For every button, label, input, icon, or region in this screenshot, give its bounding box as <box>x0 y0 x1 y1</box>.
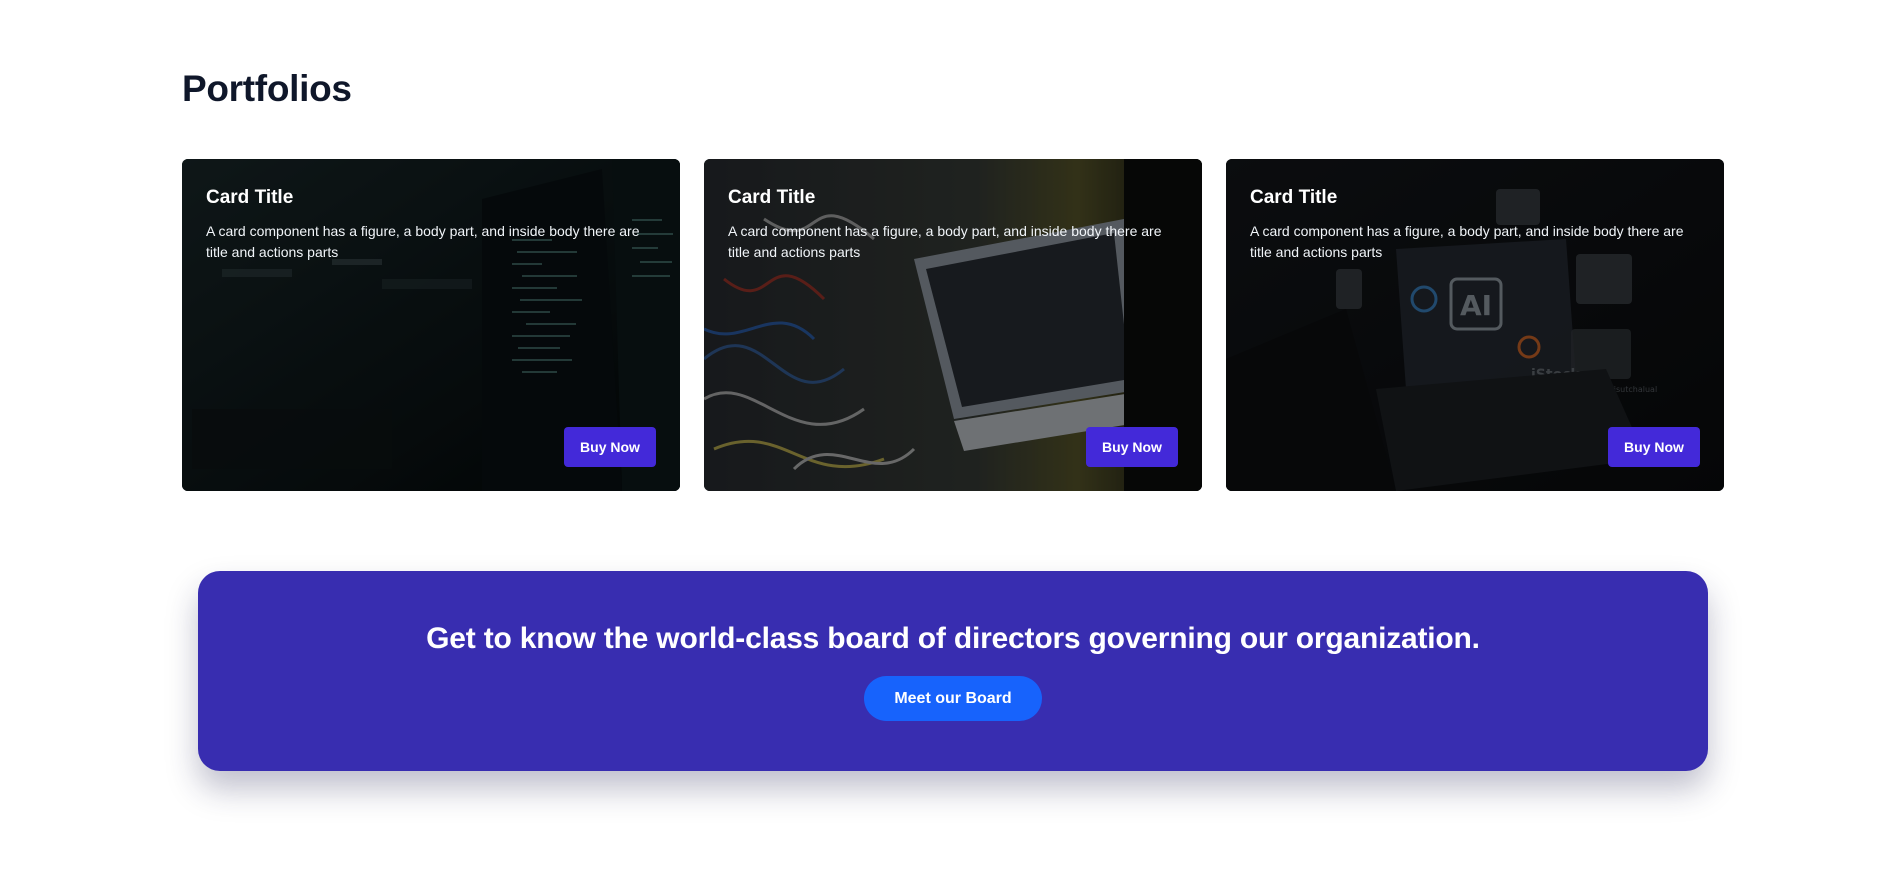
card-body: Card Title A card component has a figure… <box>1226 159 1724 491</box>
section-title: Portfolios <box>182 68 352 109</box>
card-title: Card Title <box>1250 187 1338 208</box>
card-description: A card component has a figure, a body pa… <box>1250 223 1684 260</box>
card-body: Card Title A card component has a figure… <box>182 159 680 491</box>
card-body: Card Title A card component has a figure… <box>704 159 1202 491</box>
card-title: Card Title <box>206 187 294 208</box>
portfolio-card: Card Title A card component has a figure… <box>182 159 680 491</box>
buy-now-button[interactable]: Buy Now <box>1086 427 1178 467</box>
card-description: A card component has a figure, a body pa… <box>728 223 1162 260</box>
portfolio-card: AI iStock Credit: Khanchit Khirisutchalu… <box>1226 159 1724 491</box>
buy-now-button[interactable]: Buy Now <box>564 427 656 467</box>
meet-our-board-button[interactable]: Meet our Board <box>864 676 1042 721</box>
card-description: A card component has a figure, a body pa… <box>206 223 640 260</box>
page: Portfolios Card Title A card component h… <box>0 0 1891 893</box>
cta-heading: Get to know the world-class board of dir… <box>426 622 1480 655</box>
card-title: Card Title <box>728 187 816 208</box>
portfolio-card: Card Title A card component has a figure… <box>704 159 1202 491</box>
portfolio-cards: Card Title A card component has a figure… <box>182 159 1724 491</box>
board-cta-banner: Get to know the world-class board of dir… <box>198 571 1708 771</box>
buy-now-button[interactable]: Buy Now <box>1608 427 1700 467</box>
